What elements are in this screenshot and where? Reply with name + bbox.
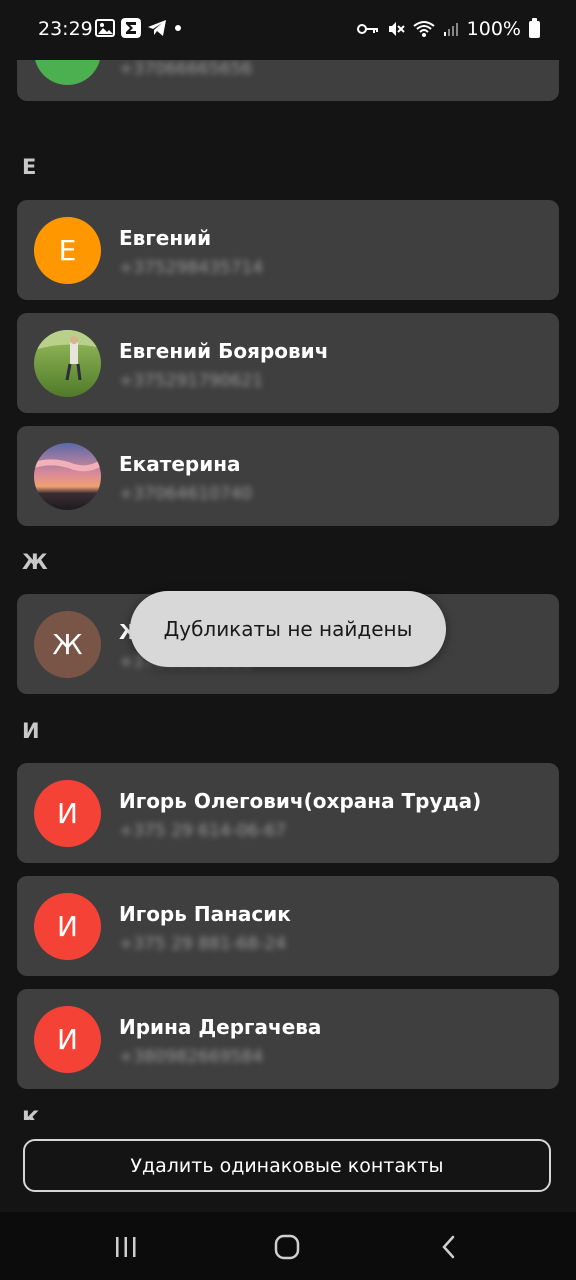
contact-name: Ирина Дергачева (119, 1015, 322, 1039)
contact-name: Евгений (119, 226, 212, 250)
contact-card[interactable]: Екатерина +37064610740 (17, 426, 559, 526)
contact-card[interactable]: И Игорь Панасик +375 29 881-68-24 (17, 876, 559, 976)
section-header-e: Е (22, 155, 37, 179)
section-header-zh: Ж (22, 550, 48, 574)
contact-phone: +37064610740 (119, 484, 253, 504)
recents-icon[interactable] (106, 1232, 146, 1262)
contact-phone: +380982669584 (119, 1047, 264, 1067)
status-bar: 23:29 100% (0, 0, 576, 60)
signal-icon (443, 21, 459, 37)
mute-icon (387, 20, 405, 38)
system-icons: 100% (356, 17, 540, 40)
bottom-action-bar: Удалить одинаковые контакты (0, 1120, 576, 1212)
sigma-icon (121, 18, 141, 38)
notification-icons (95, 18, 183, 38)
home-icon[interactable] (267, 1232, 307, 1262)
key-icon (356, 22, 379, 36)
avatar-photo (34, 443, 101, 510)
avatar: Ж (34, 611, 101, 678)
avatar: И (34, 1006, 101, 1073)
contact-phone: +375 29 881-68-24 (119, 934, 287, 954)
contact-name: Екатерина (119, 452, 241, 476)
toast-message: Дубликаты не найдены (130, 591, 446, 667)
contact-name: Евгений Боярович (119, 339, 329, 363)
contact-card[interactable]: И Ирина Дергачева +380982669584 (17, 989, 559, 1089)
avatar-photo (34, 330, 101, 397)
contact-phone: +375291790621 (119, 371, 264, 391)
avatar: Е (34, 217, 101, 284)
wifi-icon (413, 20, 435, 38)
dot-icon (173, 23, 183, 33)
contact-card[interactable]: И Игорь Олегович(охрана Труда) +375 29 6… (17, 763, 559, 863)
delete-duplicates-button[interactable]: Удалить одинаковые контакты (23, 1139, 551, 1192)
status-time: 23:29 (38, 18, 93, 40)
contact-name: Игорь Панасик (119, 902, 291, 926)
section-header-i: И (22, 719, 40, 743)
telegram-icon (147, 19, 167, 37)
battery-icon (529, 17, 540, 38)
contact-card[interactable]: Евгений Боярович +375291790621 (17, 313, 559, 413)
contact-name: Игорь Олегович(охрана Труда) (119, 789, 482, 813)
image-icon (95, 19, 115, 37)
contact-card[interactable]: +37066665656 (17, 60, 559, 101)
back-icon[interactable] (429, 1232, 469, 1262)
avatar: И (34, 893, 101, 960)
contact-phone: +37066665656 (119, 60, 253, 79)
avatar (34, 60, 101, 85)
battery-percent: 100% (466, 18, 521, 40)
contact-phone: +375 29 614-06-67 (119, 821, 287, 841)
avatar: И (34, 780, 101, 847)
contact-card[interactable]: Е Евгений +375298435714 (17, 200, 559, 300)
navigation-bar (0, 1212, 576, 1280)
contact-phone: +375298435714 (119, 258, 264, 278)
